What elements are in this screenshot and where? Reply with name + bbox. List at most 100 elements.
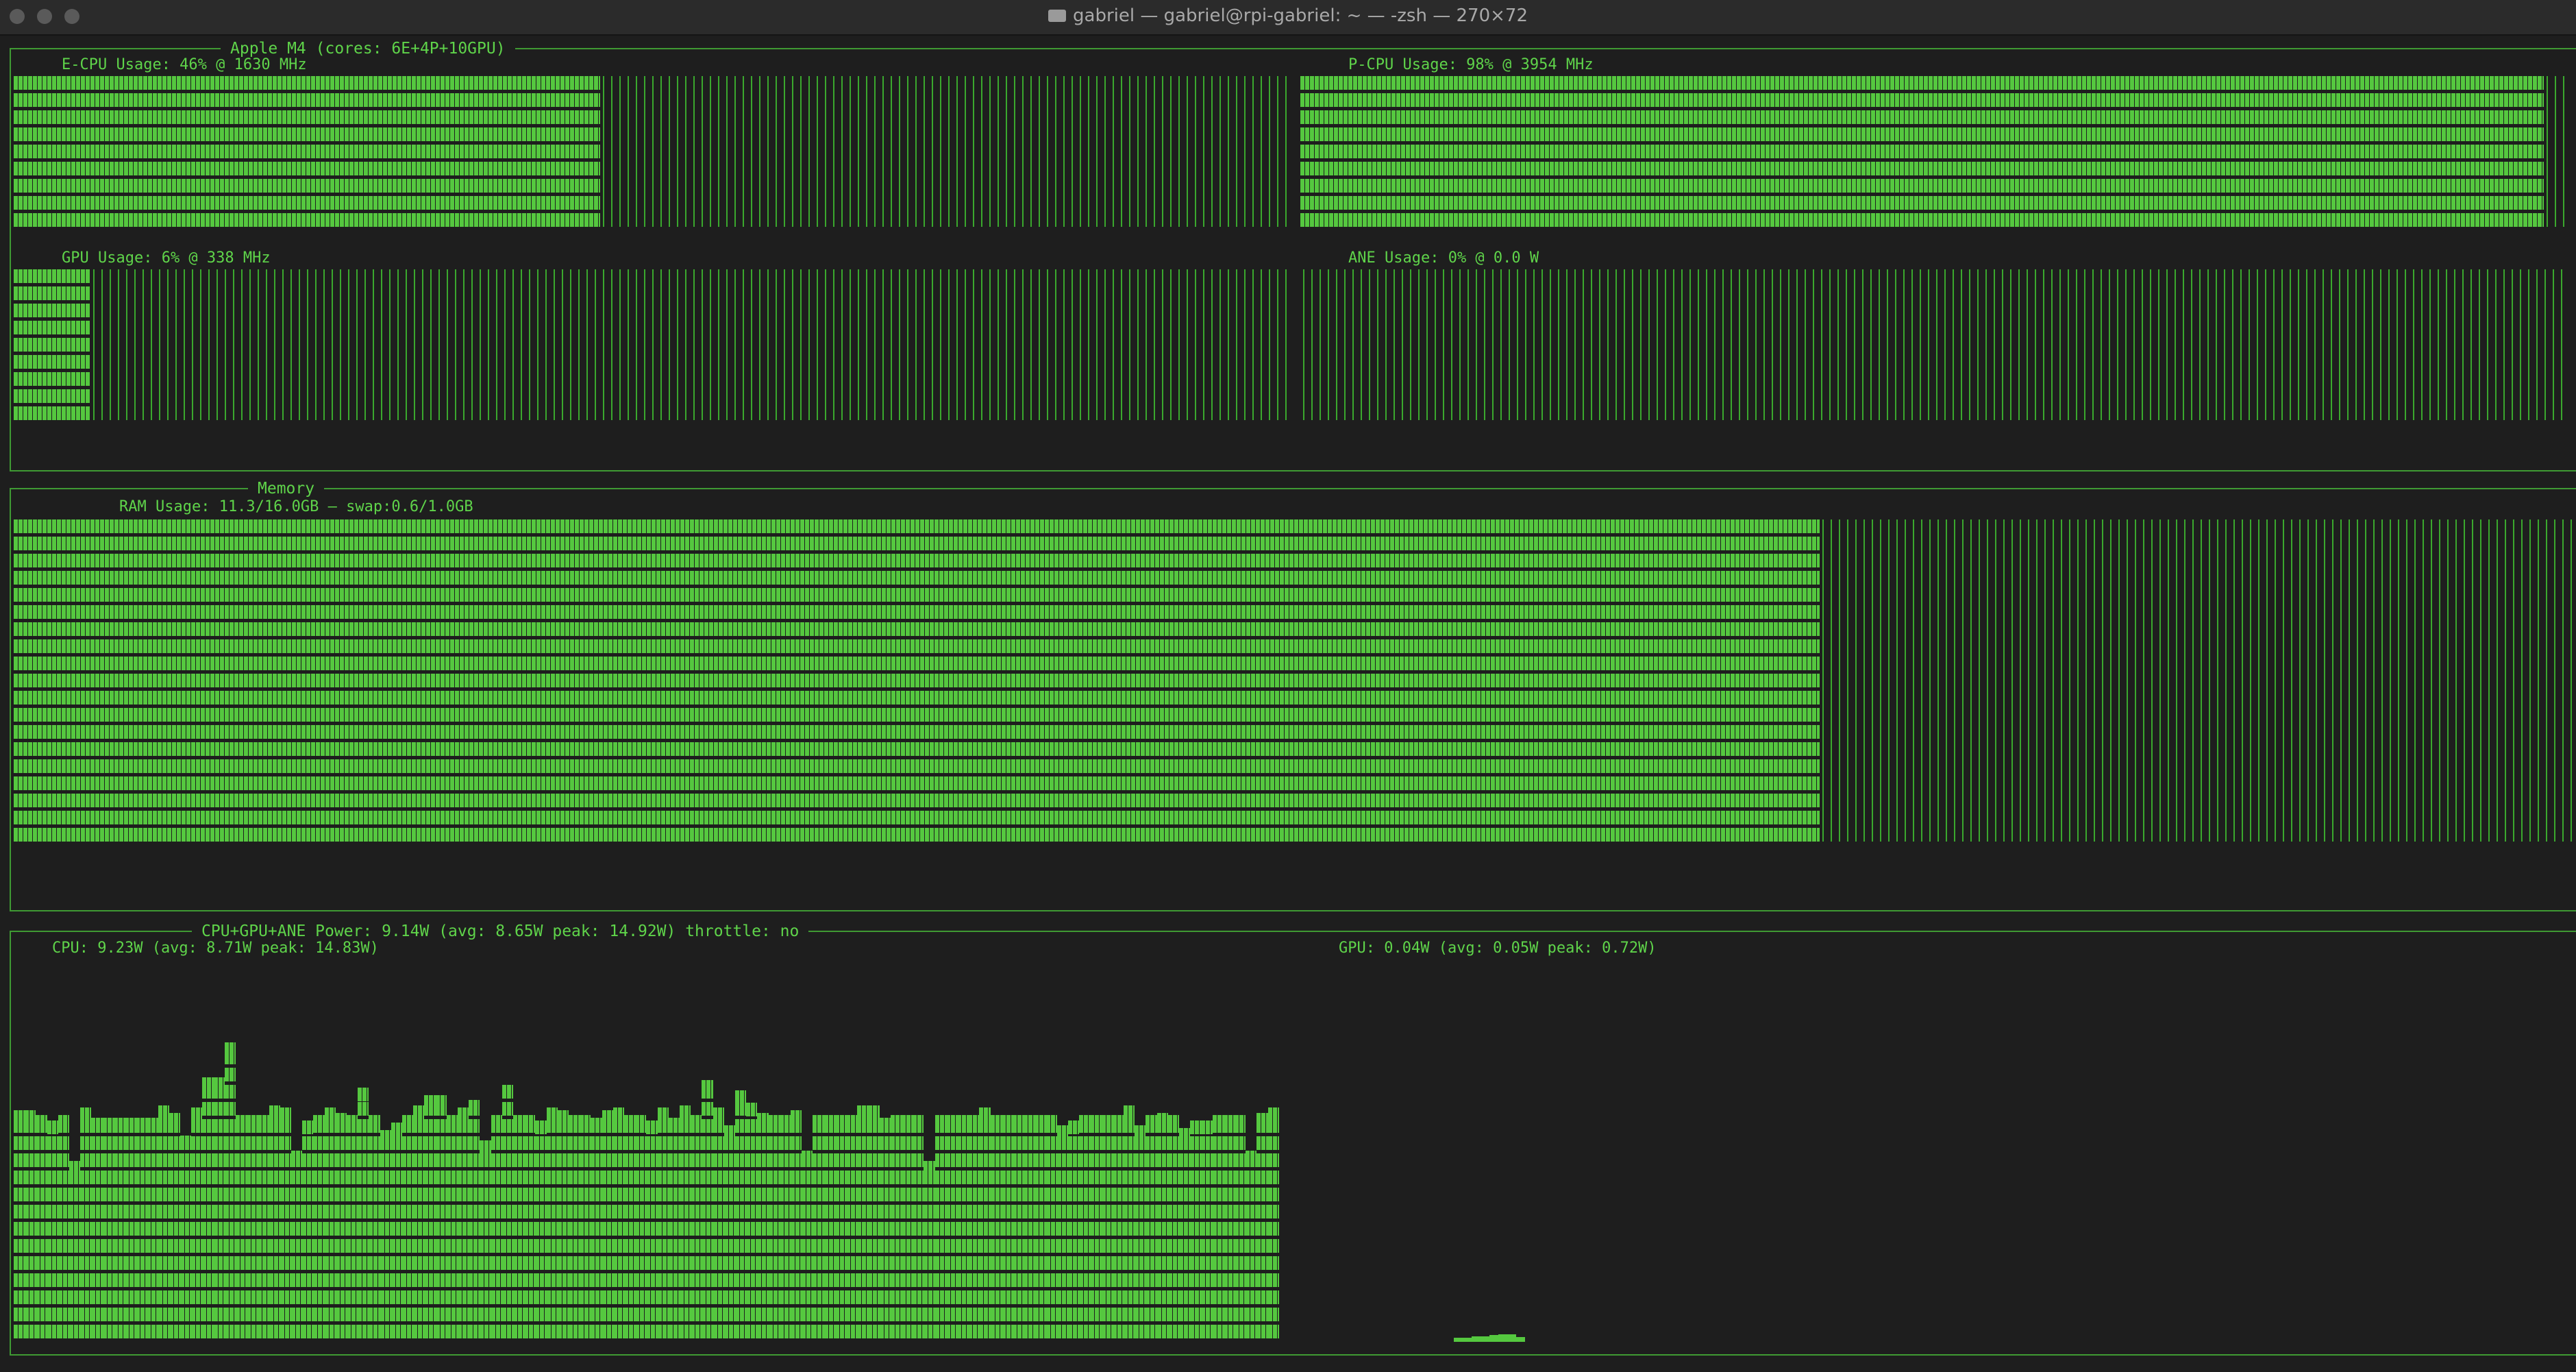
- power-history-bar: [302, 1120, 314, 1342]
- power-history-bar: [680, 1105, 691, 1342]
- power-history-bar: [602, 1110, 613, 1342]
- power-history-bar: [180, 1136, 192, 1342]
- window-titlebar: gabriel — gabriel@rpi-gabriel: ~ — -zsh …: [0, 0, 2576, 36]
- power-history-bar: [1112, 1115, 1124, 1342]
- gauge-empty-ticks: [1303, 269, 2569, 420]
- power-history-bar: [113, 1118, 125, 1342]
- power-history-bar: [236, 1115, 247, 1342]
- power-history-bar: [469, 1100, 480, 1342]
- power-history-bar: [913, 1115, 924, 1342]
- power-history-bar: [169, 1113, 180, 1342]
- power-history-bar: [291, 1151, 303, 1342]
- power-history-bar: [857, 1105, 869, 1342]
- power-history-bar: [513, 1115, 525, 1342]
- power-history-bar: [247, 1115, 258, 1342]
- ecpu-usage-label: E-CPU Usage: 46% @ 1630 MHz: [62, 56, 307, 73]
- power-history-bar: [557, 1110, 569, 1342]
- power-history-bar: [945, 1115, 957, 1342]
- power-history-bar: [1235, 1115, 1246, 1342]
- power-history-bar: [47, 1120, 58, 1342]
- power-history-bar: [1101, 1115, 1113, 1342]
- power-history-bar: [347, 1115, 358, 1342]
- power-history-bar: [25, 1110, 36, 1342]
- gauge-fill: [14, 269, 90, 420]
- ram-usage-gauge: [14, 519, 2572, 903]
- power-history-bar: [1246, 1151, 1257, 1342]
- folder-icon: [1048, 10, 1067, 22]
- power-history-bar: [501, 1085, 513, 1342]
- power-history-bar: [380, 1130, 391, 1342]
- power-history-bar: [580, 1115, 591, 1342]
- power-history-bar: [591, 1118, 602, 1342]
- power-history-bar: [69, 1161, 81, 1342]
- ane-usage-label: ANE Usage: 0% @ 0.0 W: [1348, 249, 1539, 267]
- power-history-bar: [979, 1107, 991, 1342]
- power-history-bar: [1024, 1115, 1035, 1342]
- power-history-bar: [158, 1105, 169, 1342]
- power-history-bar: [791, 1110, 802, 1342]
- cpu-power-label: CPU: 9.23W (avg: 8.71W peak: 14.83W): [52, 940, 379, 957]
- gauge-empty-ticks: [1822, 519, 2572, 842]
- power-history-bar: [779, 1115, 791, 1342]
- gpu-power-history-bar: [1481, 1336, 1489, 1342]
- cpu-power-history-chart: [14, 966, 1292, 1342]
- power-history-bar: [612, 1107, 624, 1342]
- power-history-bar: [802, 1151, 813, 1342]
- power-history-bar: [924, 1161, 935, 1342]
- power-history-bar: [313, 1115, 325, 1342]
- window-title-area: gabriel — gabriel@rpi-gabriel: ~ — -zsh …: [0, 0, 2576, 34]
- power-history-bar: [624, 1115, 636, 1342]
- power-history-bar: [702, 1080, 713, 1342]
- power-history-bar: [957, 1115, 969, 1342]
- power-history-bar: [480, 1140, 491, 1342]
- power-history-bar: [391, 1123, 402, 1342]
- power-history-bar: [369, 1115, 380, 1342]
- power-history-bar: [834, 1115, 846, 1342]
- power-history-bar: [635, 1115, 647, 1342]
- power-panel-title: CPU+GPU+ANE Power: 9.14W (avg: 8.65W pea…: [192, 922, 809, 941]
- power-history-bar: [1079, 1115, 1091, 1342]
- power-history-bar: [258, 1115, 269, 1342]
- power-history-bar: [879, 1118, 891, 1342]
- power-history-bar: [14, 1110, 25, 1342]
- power-history-bar: [902, 1115, 913, 1342]
- gauge-fill: [14, 519, 1820, 842]
- power-history-bar: [202, 1077, 214, 1342]
- power-history-bar: [424, 1095, 436, 1342]
- power-history-bar: [735, 1090, 747, 1342]
- power-history-bar: [934, 1115, 946, 1342]
- gauge-empty-ticks: [603, 76, 1288, 227]
- gpu-power-history-bar: [1472, 1336, 1481, 1342]
- ane-usage-gauge: [1300, 269, 2569, 441]
- pcpu-usage-label: P-CPU Usage: 98% @ 3954 MHz: [1348, 56, 1594, 73]
- gauge-fill: [14, 76, 600, 227]
- power-history-bar: [191, 1107, 203, 1342]
- power-history-bar: [1167, 1115, 1179, 1342]
- power-history-bar: [823, 1115, 835, 1342]
- power-history-bar: [102, 1118, 114, 1342]
- power-history-bar: [1156, 1113, 1168, 1342]
- power-history-bar: [1179, 1128, 1191, 1342]
- power-history-bar: [890, 1115, 902, 1342]
- power-history-bar: [646, 1120, 658, 1342]
- power-history-bar: [335, 1113, 347, 1342]
- gpu-power-history-bar: [1498, 1334, 1507, 1342]
- power-history-bar: [458, 1107, 469, 1342]
- power-history-bar: [713, 1107, 724, 1342]
- power-history-bar: [358, 1088, 369, 1342]
- power-history-bar: [757, 1113, 769, 1342]
- power-history-bar: [846, 1115, 858, 1342]
- power-history-bar: [1267, 1107, 1279, 1342]
- power-history-bar: [1145, 1115, 1157, 1342]
- gpu-power-history-bar: [1516, 1337, 1525, 1342]
- power-history-bar: [746, 1103, 758, 1342]
- power-history-bar: [136, 1118, 147, 1342]
- power-history-bar: [324, 1107, 336, 1342]
- power-history-bar: [768, 1115, 780, 1342]
- power-history-bar: [36, 1115, 47, 1342]
- power-history-bar: [435, 1095, 447, 1342]
- power-history-bar: [91, 1118, 103, 1342]
- gpu-power-history-bar: [1507, 1334, 1516, 1342]
- power-history-bar: [813, 1115, 824, 1342]
- power-history-bar: [524, 1115, 536, 1342]
